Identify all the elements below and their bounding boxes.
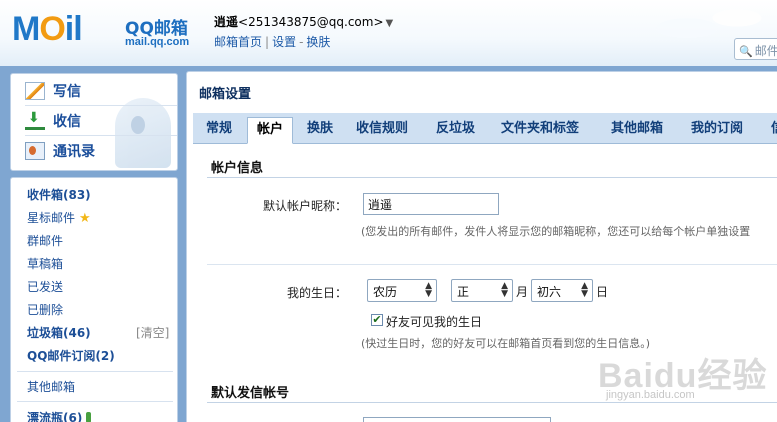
contacts-button[interactable]: 通讯录 <box>25 139 95 163</box>
qq-mail-logo[interactable]: MOil QQ邮箱 mail.qq.com <box>12 10 202 50</box>
folder-drafts[interactable]: 草稿箱 <box>27 255 63 272</box>
day-unit: 日 <box>596 285 609 299</box>
day-value: 初六 <box>537 285 562 299</box>
logo-wordmark: MOil <box>12 10 83 48</box>
bottle-icon <box>86 412 92 422</box>
link-settings[interactable]: 设置 <box>272 35 296 49</box>
drift-bottle-label: 漂流瓶(6) <box>27 411 83 422</box>
row-divider <box>207 264 777 265</box>
tab-account[interactable]: 帐户 <box>247 117 294 144</box>
sidebar-quick-actions: 写信 收信 通讯录 <box>10 73 178 171</box>
divider <box>17 371 173 372</box>
tab-folders-labels[interactable]: 文件夹和标签 <box>501 117 579 144</box>
receive-button[interactable]: 收信 <box>25 109 81 133</box>
write-icon <box>25 82 45 100</box>
month-value: 正 <box>457 285 470 299</box>
updown-arrow-icon: ▲ ▼ <box>581 281 588 299</box>
compose-label: 写信 <box>53 84 81 100</box>
inbox-download-icon <box>25 110 45 130</box>
account-section-title: 帐户信息 <box>211 161 264 176</box>
search-placeholder: 邮件 <box>754 44 777 58</box>
search-icon: 🔍 <box>739 45 753 58</box>
compose-button[interactable]: 写信 <box>25 79 81 103</box>
folder-drift-bottle[interactable]: 漂流瓶(6) <box>27 409 92 422</box>
link-change-skin[interactable]: 换肤 <box>306 35 330 49</box>
updown-arrow-icon: ▲ ▼ <box>425 281 432 299</box>
settings-panel: 邮箱设置 常规 帐户 换肤 收信规则 反垃圾 文件夹和标签 其他邮箱 我的订阅 … <box>186 71 777 422</box>
calendar-value: 农历 <box>373 285 398 299</box>
folder-inbox[interactable]: 收件箱(83) <box>27 186 91 203</box>
tab-anti-spam[interactable]: 反垃圾 <box>436 117 475 144</box>
sidebar-folders: 收件箱(83) 星标邮件 ★ 群邮件 草稿箱 已发送 已删除 垃圾箱(46) [清… <box>10 177 178 422</box>
friends-visible-label[interactable]: 好友可见我的生日 <box>386 313 482 330</box>
nickname-input[interactable] <box>363 193 499 215</box>
tab-skin[interactable]: 换肤 <box>307 117 333 144</box>
day-select[interactable]: 初六 ▲ ▼ <box>531 279 593 302</box>
tab-overflow[interactable]: 信 <box>771 117 777 144</box>
nickname-hint: (您发出的所有邮件，发件人将显示您的邮箱昵称，您还可以给每个帐户单独设置 <box>361 225 751 238</box>
tab-subscriptions[interactable]: 我的订阅 <box>691 117 743 144</box>
divider <box>25 135 177 136</box>
chevron-down-icon[interactable]: ▼ <box>386 18 394 29</box>
cloud-decoration <box>577 0 777 40</box>
user-email: <251343875@qq.com> <box>238 15 384 29</box>
receive-label: 收信 <box>53 114 81 130</box>
folder-group-mail[interactable]: 群邮件 <box>27 232 63 249</box>
divider <box>25 105 177 106</box>
section-divider <box>207 402 777 403</box>
section-divider <box>207 177 777 178</box>
star-icon: ★ <box>79 211 91 226</box>
folder-starred[interactable]: 星标邮件 ★ <box>27 209 91 226</box>
month-unit: 月 <box>516 285 529 299</box>
folder-starred-label: 星标邮件 <box>27 211 76 225</box>
tab-receive-rules[interactable]: 收信规则 <box>356 117 408 144</box>
tab-general[interactable]: 常规 <box>206 117 232 144</box>
updown-arrow-icon: ▲ ▼ <box>501 281 508 299</box>
folder-qq-subscriptions[interactable]: QQ邮件订阅(2) <box>27 347 115 364</box>
contacts-label: 通讯录 <box>53 144 95 160</box>
contacts-icon <box>25 142 45 160</box>
calendar-select[interactable]: 农历 ▲ ▼ <box>367 279 437 302</box>
search-input[interactable]: 🔍 邮件 <box>734 38 777 60</box>
link-mailbox-home[interactable]: 邮箱首页 <box>214 35 262 49</box>
birthday-label: 我的生日： <box>287 286 348 300</box>
logo-url: mail.qq.com <box>125 36 190 48</box>
penguin-decoration <box>115 98 171 168</box>
account-switcher[interactable]: 逍遥<251343875@qq.com> ▼ <box>214 13 393 30</box>
folder-spam[interactable]: 垃圾箱(46) <box>27 324 91 341</box>
folder-other-mailbox[interactable]: 其他邮箱 <box>27 378 75 395</box>
top-header: MOil QQ邮箱 mail.qq.com 逍遥<251343875@qq.co… <box>0 0 777 66</box>
divider <box>17 401 173 402</box>
folder-deleted[interactable]: 已删除 <box>27 301 63 318</box>
link-separator: | <box>265 35 270 49</box>
page-title: 邮箱设置 <box>199 87 252 102</box>
header-links: 邮箱首页 | 设置 - 换肤 <box>214 33 330 50</box>
friends-visible-checkbox[interactable]: ✔ <box>371 314 383 326</box>
sender-section-title: 默认发信帐号 <box>211 386 290 401</box>
birthday-hint: (快过生日时，您的好友可以在邮箱首页看到您的生日信息。) <box>361 337 651 350</box>
default-sender-select[interactable] <box>363 417 551 422</box>
month-select[interactable]: 正 ▲ ▼ <box>451 279 513 302</box>
folder-sent[interactable]: 已发送 <box>27 278 63 295</box>
link-separator: - <box>299 35 304 49</box>
user-name: 逍遥 <box>214 15 239 29</box>
tab-other-mailbox[interactable]: 其他邮箱 <box>611 117 663 144</box>
nickname-label: 默认帐户昵称： <box>263 199 348 213</box>
empty-spam-link[interactable]: [清空] <box>136 324 169 341</box>
